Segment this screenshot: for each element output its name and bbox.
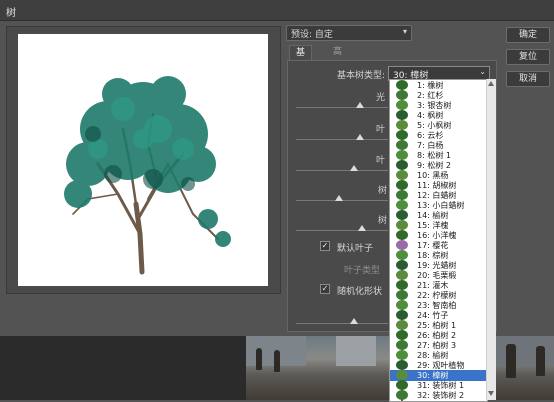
slider-label-branch-thickness: 树: [378, 216, 388, 226]
person-figure: [256, 348, 262, 370]
tree-thumbnail-icon: [392, 390, 412, 401]
tree-type-option-label: 32: 装饰树 2: [417, 391, 465, 400]
scroll-down-icon[interactable]: [488, 391, 494, 396]
tab-advanced[interactable]: 高级: [327, 45, 348, 72]
slider-label-branch-height: 树: [378, 186, 388, 196]
slider-thumb-leaf-count[interactable]: [356, 134, 364, 140]
preset-value: 预设: 自定: [291, 30, 333, 40]
person-figure: [506, 344, 516, 378]
slider-track-light: [296, 107, 388, 108]
default-leaves-label: 默认叶子: [337, 244, 374, 254]
slider-label-leaf-count: 叶: [376, 125, 386, 135]
slider-track-branch-thickness: [296, 230, 388, 231]
cancel-button[interactable]: 取消: [506, 71, 550, 87]
tab-basic[interactable]: 基本: [289, 45, 313, 73]
reset-button[interactable]: 复位: [506, 49, 550, 65]
slider-label-light: 光: [376, 93, 386, 103]
building-shape: [336, 336, 376, 366]
slider-thumb-light[interactable]: [356, 102, 364, 108]
person-figure: [536, 346, 545, 376]
slider-track-leaf-size: [296, 170, 388, 171]
randomize-shape-checkbox[interactable]: ✓: [320, 284, 330, 294]
building-shape: [496, 336, 554, 366]
tree-illustration: [64, 76, 231, 275]
chevron-down-icon: ⌄: [479, 67, 486, 76]
background-dark-strip: [0, 336, 246, 400]
chevron-down-icon: ▾: [402, 27, 407, 36]
title-bar: 树: [0, 0, 554, 21]
ok-button[interactable]: 确定: [506, 27, 550, 43]
scroll-up-icon[interactable]: [488, 81, 494, 86]
slider-track-random-seed: [296, 323, 388, 324]
slider-label-leaf-size: 叶: [376, 156, 386, 166]
slider-thumb-branch-thickness[interactable]: [358, 225, 366, 231]
tree-type-dropdown-list[interactable]: 1: 橡树 2: 红杉 3: 银杏树 4: 枫树 5: 小枫树 6: 云杉 7: 白杨 8: …: [389, 79, 488, 402]
randomize-shape-label: 随机化形状: [337, 287, 383, 297]
window-title: 树: [6, 8, 16, 19]
slider-thumb-branch-height[interactable]: [335, 195, 343, 201]
preset-select[interactable]: 预设: 自定 ▾: [286, 25, 412, 41]
default-leaves-checkbox[interactable]: ✓: [320, 241, 330, 251]
tree-type-option[interactable]: 32: 装饰树 2: [390, 390, 487, 401]
slider-thumb-leaf-size[interactable]: [350, 165, 358, 171]
slider-track-leaf-count: [296, 139, 388, 140]
leaf-type-label: 叶子类型: [344, 266, 381, 276]
dropdown-scrollbar[interactable]: [486, 79, 496, 400]
tree-preview: [18, 34, 268, 286]
tree-type-label: 基本树类型:: [337, 71, 386, 81]
person-figure: [274, 350, 280, 372]
slider-thumb-random-seed[interactable]: [350, 318, 358, 324]
